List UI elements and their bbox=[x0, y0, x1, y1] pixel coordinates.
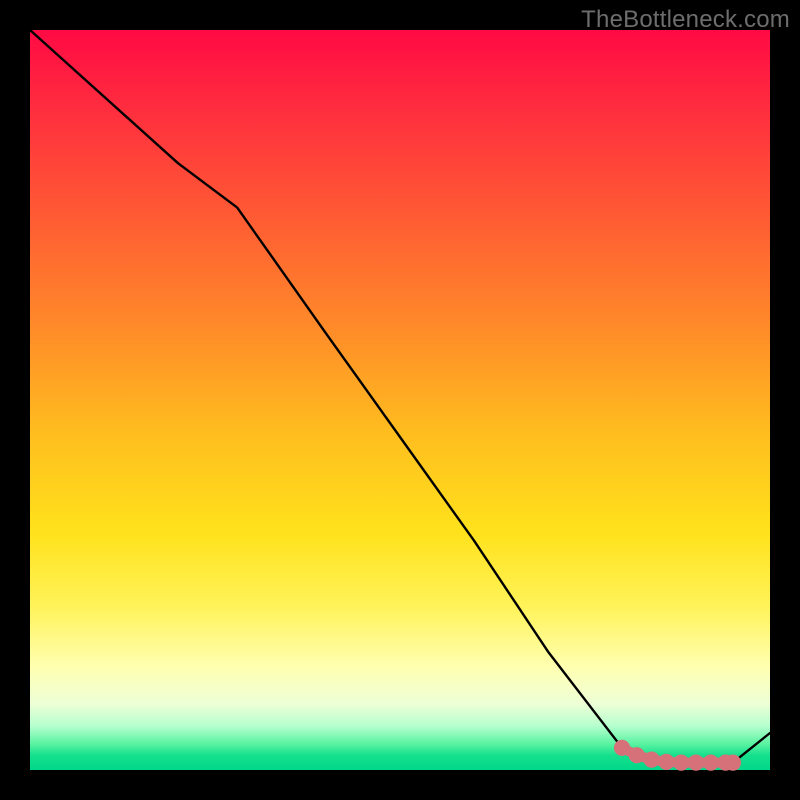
highlight-dot bbox=[725, 755, 741, 771]
highlight-dot bbox=[658, 754, 674, 770]
highlight-dot bbox=[629, 747, 645, 763]
chart-svg bbox=[30, 30, 770, 770]
curve-line bbox=[30, 30, 770, 763]
plot-area bbox=[30, 30, 770, 770]
highlight-dot bbox=[688, 755, 704, 771]
highlight-dots bbox=[614, 740, 741, 771]
chart-frame: TheBottleneck.com bbox=[0, 0, 800, 800]
highlight-dot bbox=[644, 752, 660, 768]
highlight-dot bbox=[614, 740, 630, 756]
highlight-dot bbox=[673, 755, 689, 771]
highlight-dot bbox=[703, 755, 719, 771]
